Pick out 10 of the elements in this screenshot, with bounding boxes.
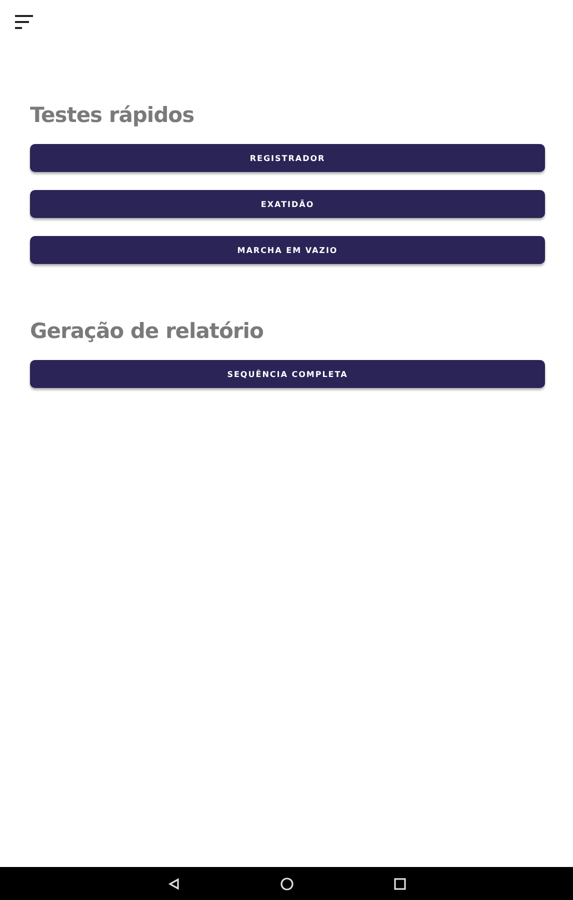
section-heading: Geração de relatório (30, 318, 264, 344)
action-button[interactable]: REGISTRADOR (30, 144, 545, 172)
menu-icon[interactable] (15, 14, 33, 30)
action-button[interactable]: SEQUÊNCIA COMPLETA (30, 360, 545, 388)
back-icon[interactable] (168, 878, 180, 890)
home-icon[interactable] (280, 876, 294, 890)
action-button[interactable]: MARCHA EM VAZIO (30, 236, 545, 264)
section-heading: Testes rápidos (30, 102, 196, 128)
action-button[interactable]: EXATIDÃO (30, 190, 545, 218)
recents-icon[interactable] (394, 878, 406, 890)
